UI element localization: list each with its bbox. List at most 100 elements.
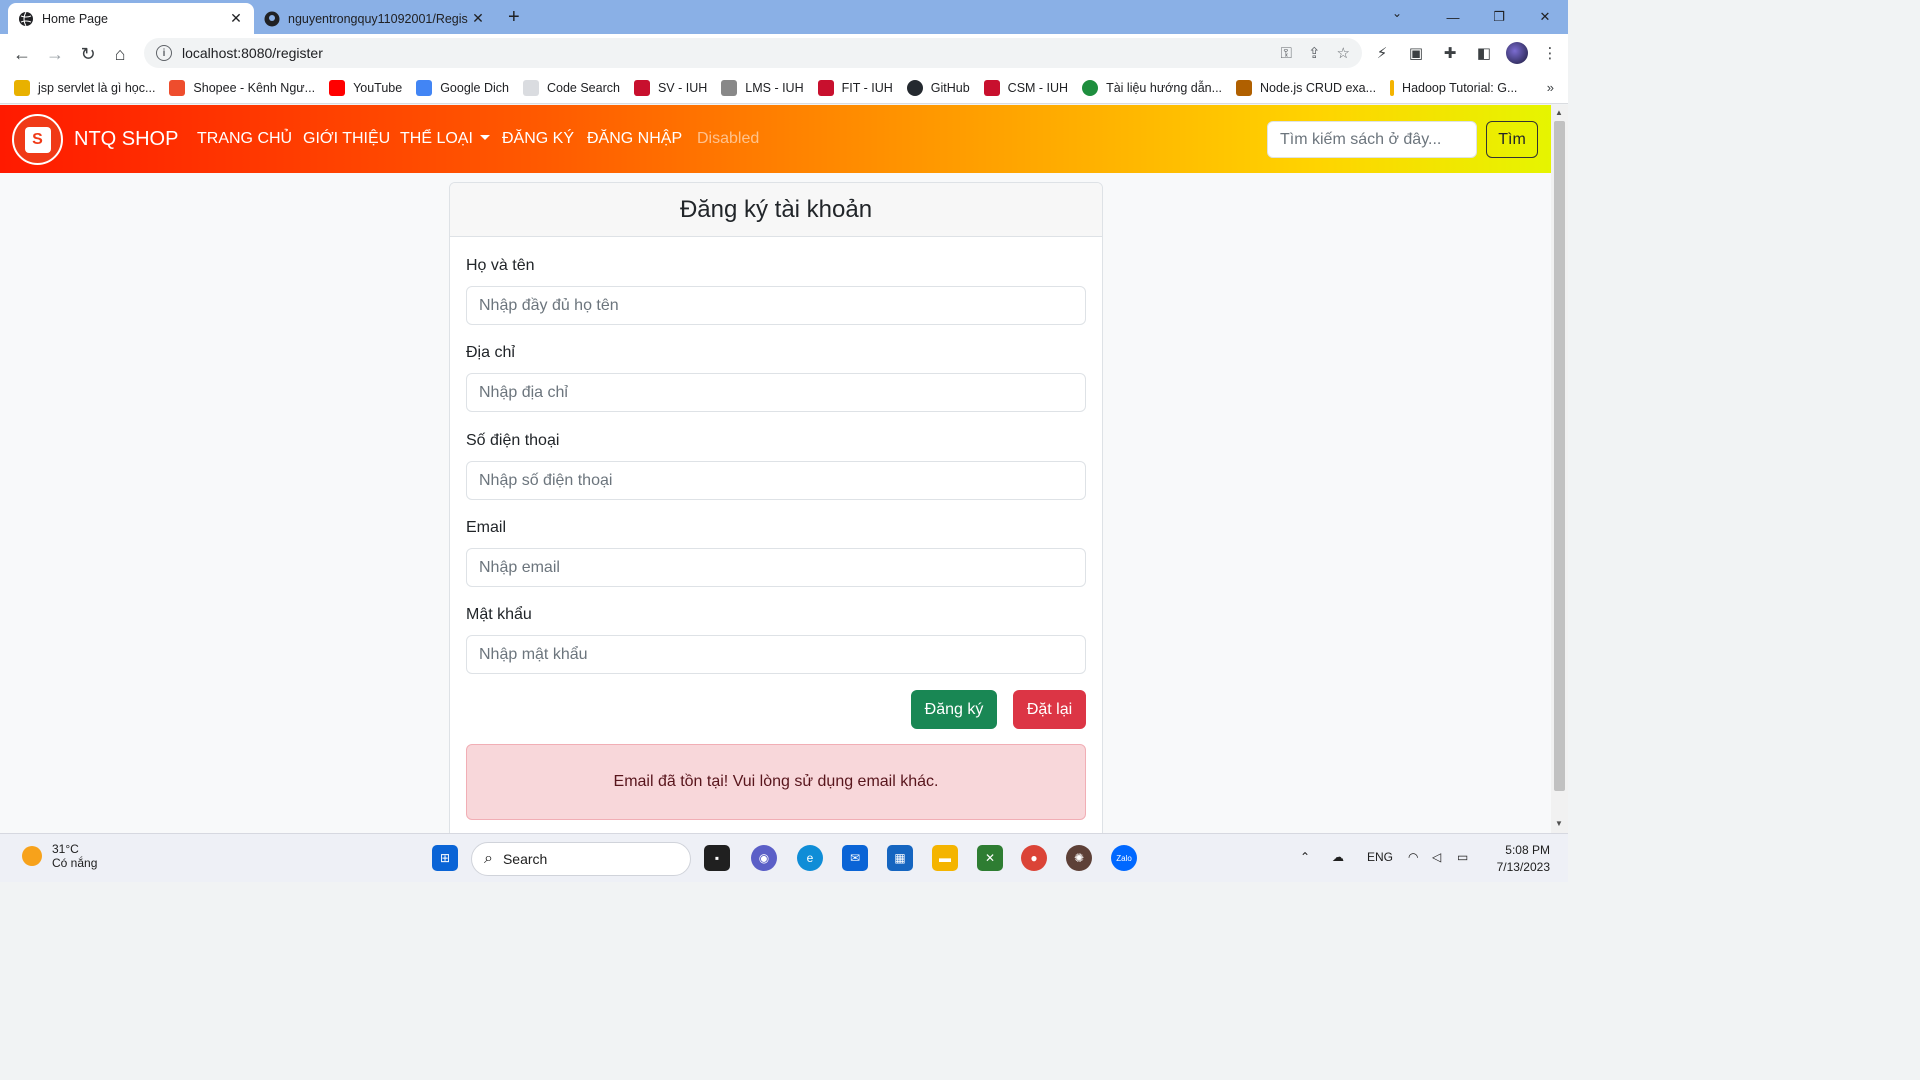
system-clock[interactable]: 5:08 PM 7/13/2023	[1480, 842, 1550, 876]
bookmark-icon	[633, 79, 650, 96]
chrome-icon[interactable]: ●	[1021, 845, 1047, 871]
password-label: Mật khẩu	[466, 606, 532, 623]
bookmark-item[interactable]: LMS - IUH	[721, 79, 804, 96]
bookmark-item[interactable]: YouTube	[329, 79, 402, 96]
extension-icon[interactable]: ▣	[1404, 41, 1428, 65]
edge-icon[interactable]: e	[797, 845, 823, 871]
store-icon[interactable]: ▦	[887, 845, 913, 871]
app-icon[interactable]: ✕	[977, 845, 1003, 871]
browser-toolbar: ← → ↻ ⌂ i localhost:8080/register ⚿ ⇪ ☆ …	[0, 34, 1568, 72]
github-icon	[264, 11, 280, 26]
scrollbar-thumb[interactable]	[1554, 121, 1565, 791]
tab-github[interactable]: nguyentrongquy11092001/Regis ✕	[254, 3, 496, 34]
windows-taskbar: 31°C Có nắng ⊞ ⌕ Search ▪ ◉ e ✉ ▦ ▬ ✕ ● …	[0, 833, 1568, 882]
site-navbar: S NTQ SHOP TRANG CHỦ GIỚI THIỆU THỂ LOẠI…	[0, 105, 1551, 173]
language-indicator[interactable]: ENG	[1367, 850, 1393, 864]
bookmark-icon	[1082, 79, 1099, 96]
bookmark-icon	[1390, 79, 1395, 96]
shopping-bag-icon: S	[24, 126, 51, 153]
address-label: Địa chỉ	[466, 344, 515, 361]
tab-title: Home Page	[42, 11, 109, 26]
bookmark-icon	[721, 79, 738, 96]
battery-icon[interactable]: ▭	[1457, 850, 1468, 864]
chat-icon[interactable]: ◉	[751, 845, 777, 871]
fullname-input[interactable]: Nhập đầy đủ họ tên	[466, 286, 1086, 325]
nav-link-login[interactable]: ĐĂNG NHẬP	[587, 130, 682, 148]
error-alert: Email đã tồn tại! Vui lòng sử dụng email…	[466, 744, 1086, 820]
wifi-icon[interactable]: ◠	[1408, 850, 1418, 864]
page-scrollbar[interactable]: ▲ ▼	[1551, 105, 1568, 833]
close-tab-icon[interactable]: ✕	[470, 10, 486, 27]
star-icon[interactable]: ☆	[1337, 44, 1350, 62]
weather-condition: Có nắng	[52, 856, 98, 870]
volume-icon[interactable]: ◁	[1432, 850, 1441, 864]
task-view-icon[interactable]: ▪	[704, 845, 730, 871]
close-window-icon[interactable]: ✕	[1522, 0, 1568, 34]
file-explorer-icon[interactable]: ▬	[932, 845, 958, 871]
chevron-up-icon[interactable]: ⌃	[1300, 850, 1310, 864]
tab-home-page[interactable]: Home Page ✕	[8, 3, 254, 34]
menu-icon[interactable]: ⋮	[1538, 41, 1562, 65]
shop-logo[interactable]: S	[12, 114, 63, 165]
bookmark-item[interactable]: Node.js CRUD exa...	[1236, 79, 1376, 96]
side-panel-icon[interactable]: ◧	[1472, 41, 1496, 65]
nav-dropdown-category[interactable]: THỂ LOẠI	[400, 130, 490, 148]
back-icon[interactable]: ←	[10, 42, 34, 66]
bookmark-item[interactable]: jsp servlet là gì học...	[14, 79, 155, 96]
bookmark-item[interactable]: CSM - IUH	[983, 79, 1068, 96]
extension-icon[interactable]: ⚡	[1370, 41, 1394, 65]
taskbar-search[interactable]: ⌕ Search	[471, 842, 691, 876]
profile-avatar[interactable]	[1506, 42, 1528, 64]
zalo-icon[interactable]: Zalo	[1111, 845, 1137, 871]
phone-input[interactable]: Nhập số điện thoại	[466, 461, 1086, 500]
bookmark-item[interactable]: Tài liệu hướng dẫn...	[1082, 79, 1222, 96]
home-icon[interactable]: ⌂	[108, 42, 132, 66]
weather-widget[interactable]: 31°C Có nắng	[22, 842, 97, 870]
minimize-icon[interactable]: —	[1430, 0, 1476, 34]
site-info-icon[interactable]: i	[156, 45, 172, 61]
cloud-icon[interactable]: ☁	[1332, 850, 1344, 864]
reset-button[interactable]: Đặt lại	[1013, 690, 1086, 729]
search-icon: ⌕	[484, 850, 493, 867]
bookmark-item[interactable]: Hadoop Tutorial: G...	[1390, 79, 1517, 96]
bookmark-icon	[522, 79, 539, 96]
address-input[interactable]: Nhập địa chỉ	[466, 373, 1086, 412]
bookmark-item[interactable]: Google Dich	[416, 79, 509, 96]
bookmark-icon	[983, 79, 1000, 96]
restore-icon[interactable]: ❐	[1476, 0, 1522, 34]
email-input[interactable]: Nhập email	[466, 548, 1086, 587]
bookmark-item[interactable]: FIT - IUH	[817, 79, 893, 96]
register-button[interactable]: Đăng ký	[911, 690, 997, 729]
puzzle-icon[interactable]: ✚	[1438, 41, 1462, 65]
mail-icon[interactable]: ✉	[842, 845, 868, 871]
scroll-up-icon[interactable]: ▲	[1555, 108, 1563, 117]
bookmark-item[interactable]: Shopee - Kênh Ngư...	[169, 79, 315, 96]
key-icon[interactable]: ⚿	[1281, 45, 1292, 62]
share-icon[interactable]: ⇪	[1308, 44, 1321, 62]
forward-icon[interactable]: →	[43, 42, 67, 66]
app-icon[interactable]: ✺	[1066, 845, 1092, 871]
translate-icon	[416, 79, 433, 96]
search-input[interactable]: Tìm kiếm sách ở đây...	[1267, 121, 1477, 158]
bookmark-icon	[14, 79, 30, 96]
youtube-icon	[329, 79, 346, 96]
windows-start-icon[interactable]: ⊞	[432, 845, 458, 871]
search-button[interactable]: Tìm	[1486, 121, 1538, 158]
reload-icon[interactable]: ↻	[76, 42, 100, 66]
nav-link-home[interactable]: TRANG CHỦ	[197, 130, 292, 148]
bookmark-item[interactable]: Code Search	[522, 79, 620, 96]
scroll-down-icon[interactable]: ▼	[1555, 819, 1563, 828]
password-input[interactable]: Nhập mật khẩu	[466, 635, 1086, 674]
bookmark-item[interactable]: SV - IUH	[633, 79, 707, 96]
new-tab-button[interactable]: +	[508, 6, 520, 29]
tab-search-icon[interactable]: ⌄	[1392, 6, 1402, 20]
address-bar[interactable]: i localhost:8080/register ⚿ ⇪ ☆	[144, 38, 1362, 68]
sun-icon	[22, 846, 42, 866]
nav-link-about[interactable]: GIỚI THIỆU	[303, 130, 390, 148]
nav-link-register[interactable]: ĐĂNG KÝ	[502, 130, 574, 148]
bookmark-item[interactable]: GitHub	[906, 79, 970, 96]
more-bookmarks-icon[interactable]: »	[1547, 80, 1554, 95]
close-tab-icon[interactable]: ✕	[228, 10, 244, 27]
brand-name[interactable]: NTQ SHOP	[74, 128, 178, 151]
bookmark-icon	[169, 79, 186, 96]
